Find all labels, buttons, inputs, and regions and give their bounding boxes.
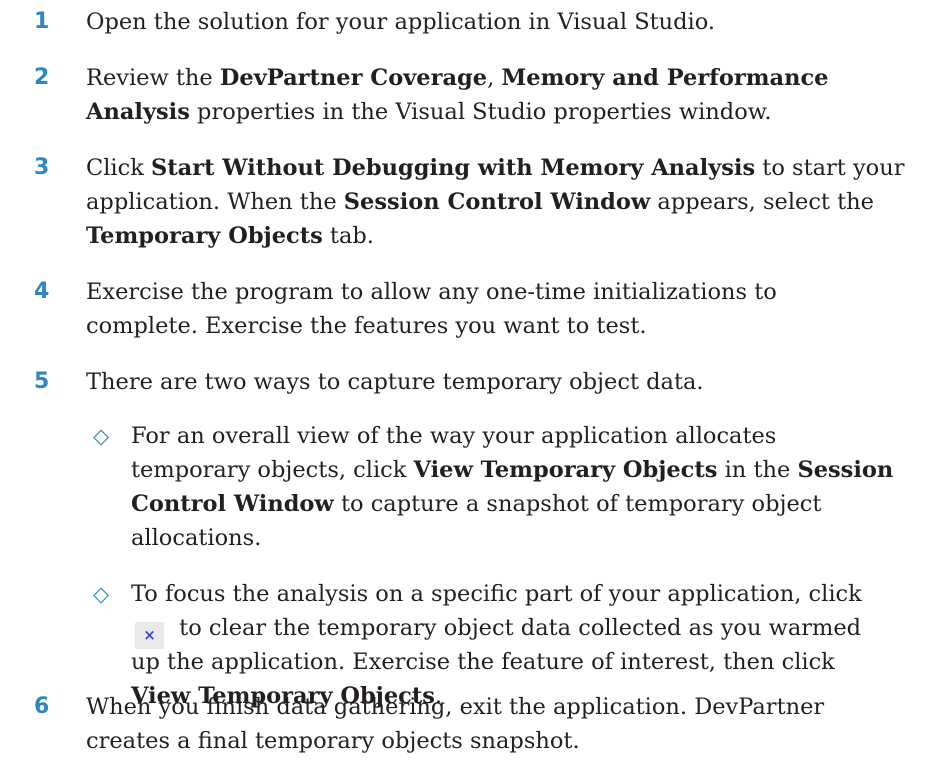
document-page: 1 Open the solution for your application… [0, 0, 929, 762]
step-text: creates a final temporary objects snapsh… [86, 728, 580, 754]
substep-text: allocations. [131, 525, 262, 551]
substep-text: temporary objects, click View Temporary … [131, 457, 894, 483]
step-text: Click Start Without Debugging with Memor… [86, 155, 905, 181]
step-number: 6 [34, 694, 50, 719]
substep-text: up the application. Exercise the feature… [131, 649, 835, 675]
diamond-bullet-icon: ◇ [93, 424, 110, 448]
step-number: 5 [34, 369, 50, 394]
step-text: Exercise the program to allow any one-ti… [86, 279, 777, 305]
substep-text: To focus the analysis on a specific part… [131, 581, 862, 607]
step-text: Temporary Objects tab. [86, 223, 374, 249]
step-number: 1 [34, 9, 50, 34]
substep-text: Control Window to capture a snapshot of … [131, 491, 822, 517]
step-text: complete. Exercise the features you want… [86, 313, 647, 339]
substep-text: For an overall view of the way your appl… [131, 423, 777, 449]
step-text: Review the DevPartner Coverage, Memory a… [86, 65, 829, 91]
diamond-bullet-icon: ◇ [93, 582, 110, 606]
step-text: When you finish data gathering, exit the… [86, 694, 825, 720]
step-text: Open the solution for your application i… [86, 9, 716, 35]
substep-text: × to clear the temporary object data col… [131, 611, 929, 649]
step-text: There are two ways to capture temporary … [86, 369, 704, 395]
step-number: 3 [34, 155, 50, 180]
step-number: 4 [34, 279, 50, 304]
step-number: 2 [34, 65, 50, 90]
step-text: application. When the Session Control Wi… [86, 189, 874, 215]
step-text: Analysis properties in the Visual Studio… [86, 99, 772, 125]
